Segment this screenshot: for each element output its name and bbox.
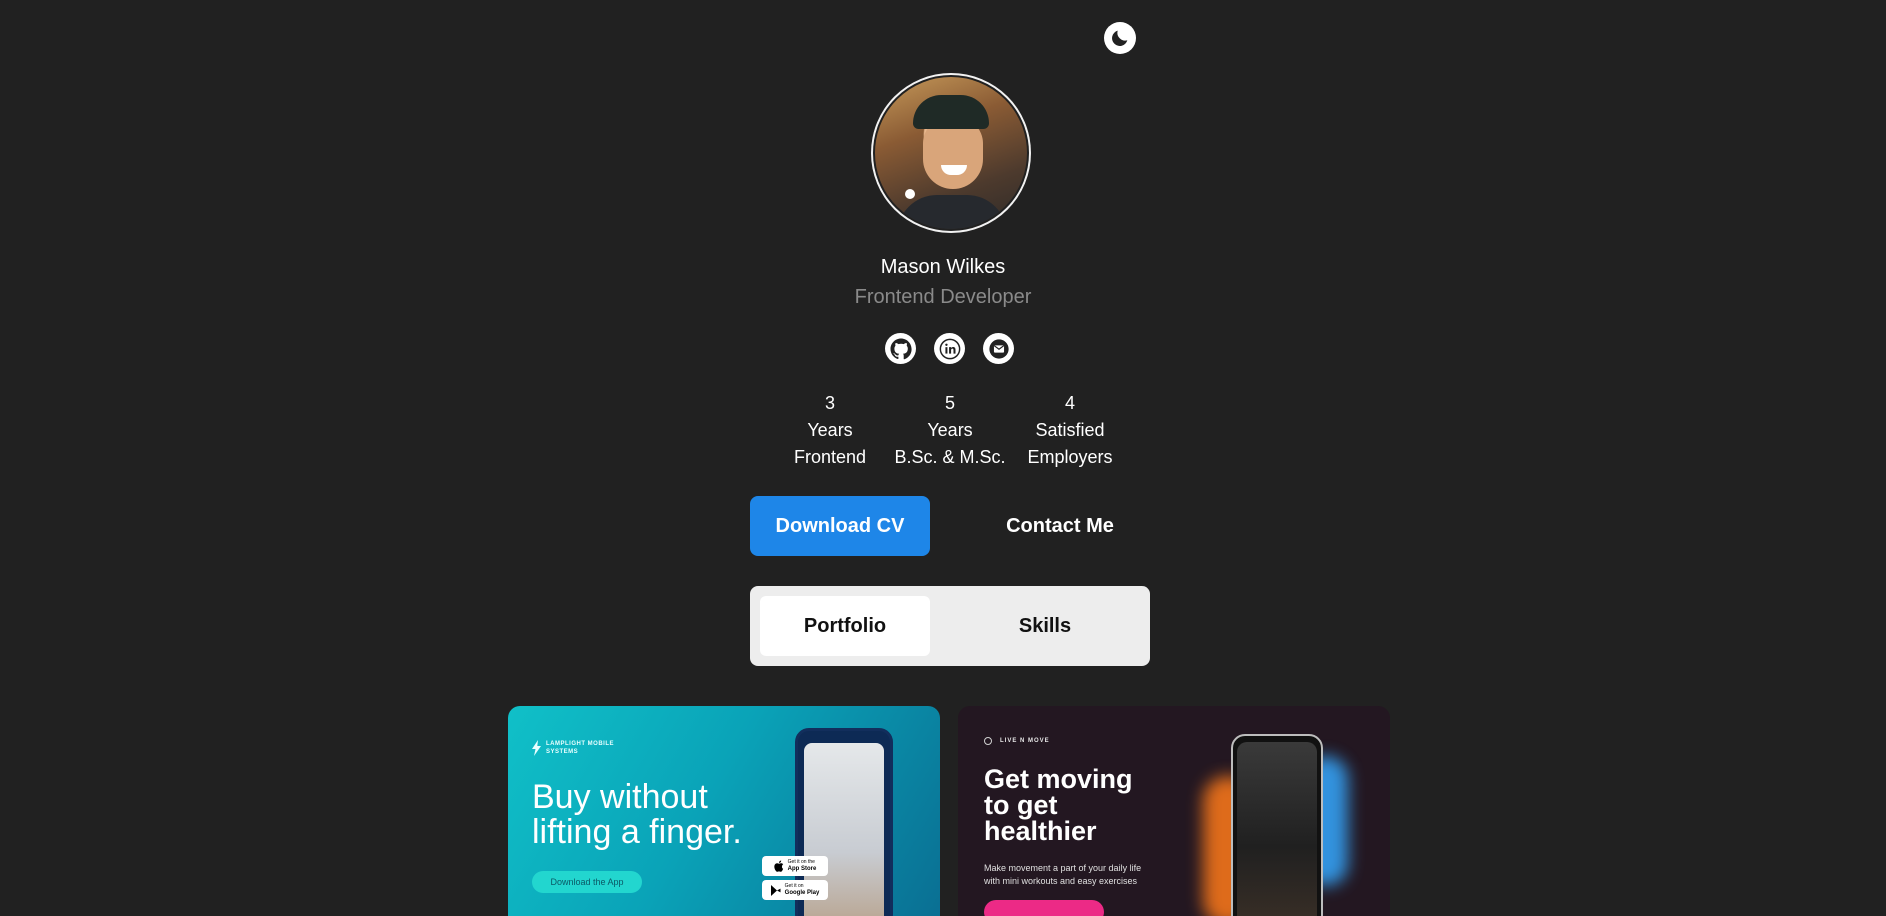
github-link[interactable]	[885, 333, 916, 364]
card-headline-line: to get	[984, 790, 1058, 820]
google-play-text: Get it on Google Play	[784, 883, 820, 896]
stat-label-line1: Satisfied	[1035, 420, 1105, 440]
card-headline-line: Get moving	[984, 764, 1133, 794]
card-headline: Buy without lifting a finger.	[532, 780, 742, 850]
stat-label-line2: Employers	[1027, 447, 1113, 467]
lightning-bolt-icon	[532, 740, 541, 756]
stat-value: 3	[824, 393, 835, 413]
linkedin-icon	[939, 338, 960, 359]
apple-icon	[773, 860, 783, 872]
email-link[interactable]	[983, 333, 1014, 364]
card-subtext: Make movement a part of your daily life …	[984, 863, 1142, 886]
stat-value: 4	[1064, 393, 1075, 413]
stats: 3 Years Frontend 5 Years B.Sc. & M.Sc. 4…	[770, 390, 1130, 471]
github-icon	[890, 338, 912, 359]
profile-role: Frontend Developer	[854, 286, 1032, 308]
stat-education: 5 Years B.Sc. & M.Sc.	[890, 390, 1010, 471]
card-headline-line: healthier	[984, 816, 1097, 846]
card-download-app-button: Download the App	[532, 871, 642, 893]
section-tabs: Portfolio Skills	[750, 586, 1150, 666]
stat-employers: 4 Satisfied Employers	[1010, 390, 1130, 471]
google-play-badge: Get it on Google Play	[762, 880, 828, 900]
card-brand: LAMPLIGHT MOBILE SYSTEMS	[546, 741, 614, 755]
app-store-badge: Get it on the App Store	[762, 856, 828, 876]
card-headline: Get moving to get healthier	[984, 764, 1133, 846]
brand-logo-icon	[984, 737, 992, 745]
portfolio-card-live-n-move[interactable]: LIVE N MOVE Get moving to get healthier …	[958, 706, 1390, 916]
phone-mockup	[1231, 734, 1323, 916]
stat-label-line2: Frontend	[793, 447, 867, 467]
download-cv-button[interactable]: Download CV	[750, 496, 930, 556]
theme-toggle-button[interactable]	[1104, 22, 1136, 54]
social-links	[885, 333, 1014, 364]
card-cta-button	[984, 900, 1104, 916]
stat-value: 5	[944, 393, 955, 413]
mail-icon	[988, 338, 1009, 359]
moon-icon	[1112, 30, 1128, 46]
stat-label-line1: Years	[807, 420, 853, 440]
card-brand: LIVE N MOVE	[1000, 738, 1050, 744]
tab-skills[interactable]: Skills	[960, 596, 1130, 656]
portfolio-card-lamplight[interactable]: LAMPLIGHT MOBILE SYSTEMS Buy without lif…	[508, 706, 940, 916]
google-play-icon	[770, 884, 781, 896]
avatar	[871, 73, 1031, 233]
stat-label-line2: B.Sc. & M.Sc.	[894, 447, 1006, 467]
profile-name: Mason Wilkes	[880, 256, 1006, 278]
card-headline-line: Buy without	[532, 778, 708, 816]
linkedin-link[interactable]	[934, 333, 965, 364]
tab-portfolio[interactable]: Portfolio	[760, 596, 930, 656]
card-headline-line: lifting a finger.	[532, 813, 742, 851]
contact-me-button[interactable]: Contact Me	[970, 496, 1150, 556]
stat-frontend: 3 Years Frontend	[770, 390, 890, 471]
app-store-text: Get it on the App Store	[787, 859, 817, 872]
avatar-photo	[873, 75, 1029, 231]
stat-label-line1: Years	[927, 420, 973, 440]
